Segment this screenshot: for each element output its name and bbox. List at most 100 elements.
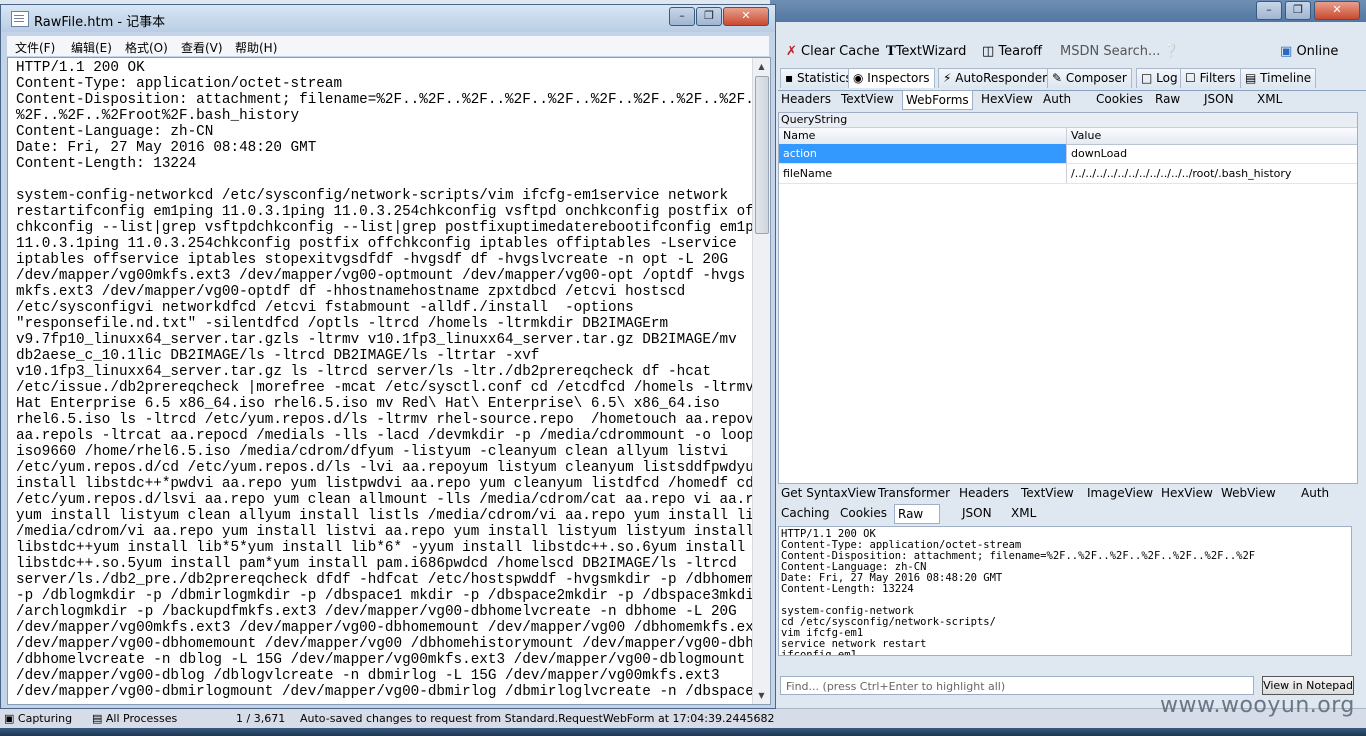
textwizard-label: TextWizard <box>895 44 967 59</box>
tab-timeline[interactable]: ▤ Timeline <box>1240 68 1317 88</box>
tab-label: Composer <box>1065 71 1127 85</box>
watermark: www.wooyun.org <box>1160 693 1355 718</box>
file-content[interactable]: HTTP/1.1 200 OK Content-Type: applicatio… <box>16 60 770 700</box>
tab-imageview[interactable]: ImageView <box>1084 484 1156 502</box>
menu-file[interactable]: 文件(F) <box>15 39 55 56</box>
response-tabs-row1: Get SyntaxView Transformer Headers TextV… <box>778 482 1366 502</box>
tab-label: Inspectors <box>867 71 930 85</box>
menu-view[interactable]: 查看(V) <box>181 39 223 56</box>
fiddler-toolbar: ✗ Clear Cache TTextWizard ◫ Tearoff MSDN… <box>778 42 1366 66</box>
tab-label: Filters <box>1199 71 1236 85</box>
online-label: Online <box>1296 44 1339 59</box>
menu-help[interactable]: 帮助(H) <box>235 39 277 56</box>
vertical-scrollbar[interactable]: ▲ ▼ <box>752 58 770 704</box>
tab-autoresponder[interactable]: ⚡ AutoResponder <box>938 68 1053 88</box>
fiddler-titlebar: – ❐ ✕ <box>770 0 1366 22</box>
scroll-down-icon[interactable]: ▼ <box>753 687 770 704</box>
tab-headers[interactable]: Headers <box>956 484 1012 502</box>
close-button[interactable]: ✕ <box>723 7 769 26</box>
tab-label: AutoResponder <box>955 71 1048 85</box>
table-row[interactable]: action downLoad <box>779 144 1357 164</box>
response-raw-view[interactable]: HTTP/1.1 200 OK Content-Type: applicatio… <box>778 526 1352 656</box>
tab-composer[interactable]: ✎ Composer <box>1047 68 1132 88</box>
tab-caching[interactable]: Caching <box>778 504 833 522</box>
capture-toggle[interactable]: ▣ Capturing <box>4 709 72 729</box>
clear-cache-label: Clear Cache <box>801 44 880 59</box>
tab-get-syntaxview[interactable]: Get SyntaxView <box>778 484 879 502</box>
capturing-label: Capturing <box>17 712 73 725</box>
msdn-search-input[interactable]: MSDN Search... <box>1060 44 1160 59</box>
tab-filters[interactable]: ☐ Filters <box>1180 68 1241 88</box>
tab-cookies[interactable]: Cookies <box>837 504 890 522</box>
window-title: RawFile.htm - 记事本 <box>34 15 166 30</box>
menu-bar: 文件(F) 编辑(E) 格式(O) 查看(V) 帮助(H) <box>7 36 769 56</box>
tab-transformer[interactable]: Transformer <box>875 484 953 502</box>
tab-xml[interactable]: XML <box>1008 504 1039 522</box>
notepad-icon <box>11 11 29 27</box>
tearoff-icon: ◫ <box>982 44 995 59</box>
tab-json[interactable]: JSON <box>959 504 995 522</box>
tab-headers[interactable]: Headers <box>778 90 834 108</box>
tab-webforms[interactable]: WebForms <box>902 90 973 110</box>
maximize-button[interactable]: ❐ <box>696 7 722 26</box>
tab-cookies[interactable]: Cookies <box>1093 90 1146 108</box>
tab-label: Timeline <box>1260 71 1312 85</box>
capturing-icon: ▣ <box>4 712 15 725</box>
param-value-cell[interactable]: /../../../../../../../../../../../root/.… <box>1068 164 1357 183</box>
maximize-button[interactable]: ❐ <box>1285 1 1311 20</box>
column-name-header[interactable]: Name <box>779 128 1067 144</box>
tab-statistics[interactable]: ▪ Statistics <box>780 68 857 88</box>
online-icon: ▣ <box>1280 44 1293 59</box>
param-name-cell[interactable]: action <box>779 144 1067 163</box>
clear-cache-button[interactable]: ✗ Clear Cache <box>786 44 880 59</box>
tab-webview[interactable]: WebView <box>1218 484 1279 502</box>
clear-cache-icon: ✗ <box>786 44 797 59</box>
tab-json[interactable]: JSON <box>1201 90 1237 108</box>
querystring-panel: QueryString Name Value action downLoad f… <box>778 112 1358 484</box>
response-inspector-tabs: Get SyntaxView Transformer Headers TextV… <box>778 482 1366 526</box>
online-indicator[interactable]: ▣ Online <box>1280 44 1338 59</box>
tab-xml[interactable]: XML <box>1254 90 1285 108</box>
tearoff-label: Tearoff <box>998 44 1043 59</box>
menu-format[interactable]: 格式(O) <box>125 39 168 56</box>
request-inspector-tabs: Headers TextView WebForms HexView Auth C… <box>778 90 1366 112</box>
minimize-button[interactable]: – <box>1256 1 1282 20</box>
tab-textview[interactable]: TextView <box>838 90 897 108</box>
tab-raw[interactable]: Raw <box>894 504 940 524</box>
textwizard-icon: T <box>886 44 896 59</box>
scroll-thumb[interactable] <box>755 76 769 234</box>
processes-icon: ▤ <box>92 712 103 725</box>
notepad-titlebar[interactable]: RawFile.htm - 记事本 – ❐ ✕ <box>1 5 775 32</box>
text-editor[interactable]: HTTP/1.1 200 OK Content-Type: applicatio… <box>7 57 771 705</box>
param-value-cell[interactable]: downLoad <box>1068 144 1357 163</box>
tab-auth[interactable]: Auth <box>1298 484 1332 502</box>
tab-auth[interactable]: Auth <box>1040 90 1074 108</box>
process-filter[interactable]: ▤ All Processes <box>92 709 177 729</box>
tab-label: Statistics <box>796 71 852 85</box>
minimize-button[interactable]: – <box>669 7 695 26</box>
tab-inspectors[interactable]: ◉ Inspectors <box>848 68 935 88</box>
param-name-cell[interactable]: fileName <box>779 164 1067 183</box>
taskbar <box>0 728 1366 736</box>
querystring-label: QueryString <box>779 113 1357 128</box>
textwizard-button[interactable]: TTextWizard <box>886 44 966 59</box>
menu-edit[interactable]: 编辑(E) <box>71 39 112 56</box>
table-row[interactable]: fileName /../../../../../../../../../../… <box>779 164 1357 184</box>
tearoff-button[interactable]: ◫ Tearoff <box>982 44 1042 59</box>
processes-label: All Processes <box>105 712 178 725</box>
session-count: 1 / 3,671 <box>236 712 286 725</box>
tab-raw[interactable]: Raw <box>1152 90 1183 108</box>
column-value-header[interactable]: Value <box>1068 128 1357 144</box>
tab-textview[interactable]: TextView <box>1018 484 1077 502</box>
scroll-up-icon[interactable]: ▲ <box>753 58 770 75</box>
notepad-window: RawFile.htm - 记事本 – ❐ ✕ 文件(F) 编辑(E) 格式(O… <box>0 4 776 709</box>
tab-hexview[interactable]: HexView <box>978 90 1036 108</box>
tab-hexview[interactable]: HexView <box>1158 484 1216 502</box>
tab-log[interactable]: □ Log <box>1136 68 1183 88</box>
response-tabs-row2: Caching Cookies Raw JSON XML <box>778 503 1366 524</box>
tab-label: Log <box>1156 71 1178 85</box>
close-button[interactable]: ✕ <box>1314 1 1360 20</box>
main-tabs: ▪ Statistics ◉ Inspectors ⚡ AutoResponde… <box>778 68 1366 91</box>
grid-header: Name Value <box>779 128 1357 145</box>
help-icon[interactable]: ❔ <box>1163 44 1179 59</box>
